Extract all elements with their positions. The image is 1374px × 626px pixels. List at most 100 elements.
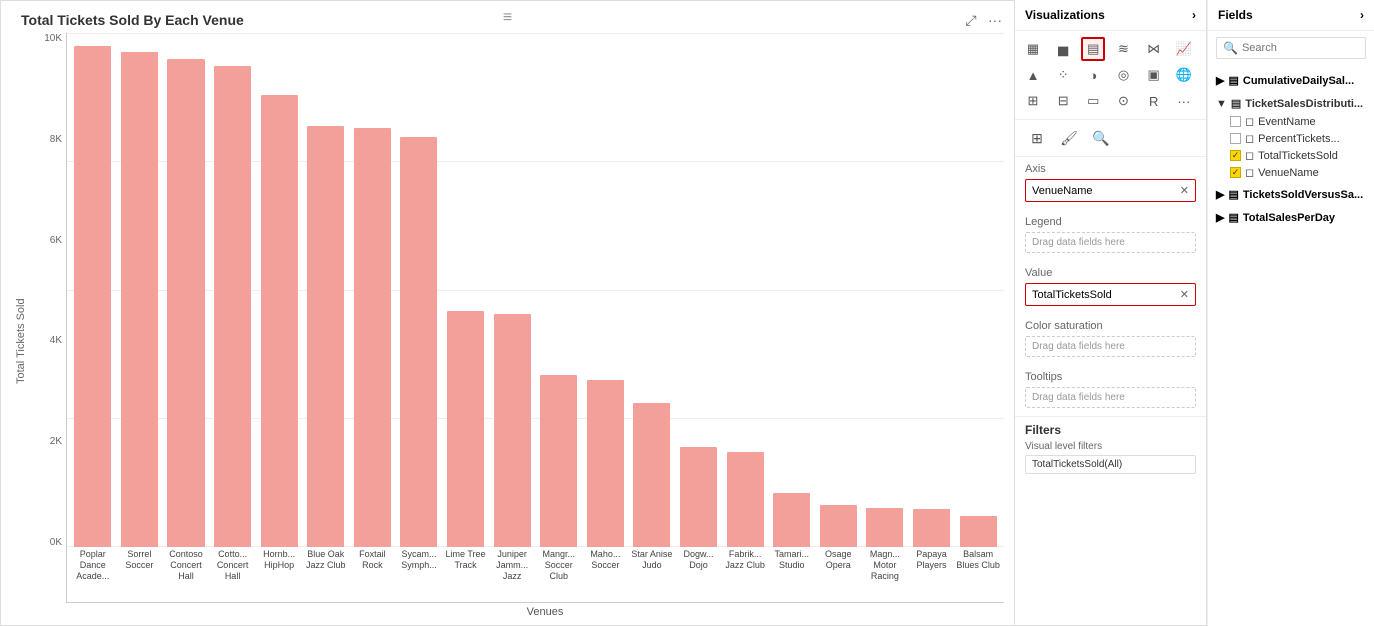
axis-field-box[interactable]: VenueName ✕ bbox=[1025, 179, 1196, 202]
cluster-bar-icon[interactable]: ▤ bbox=[1081, 37, 1105, 61]
bar-group[interactable] bbox=[723, 33, 767, 547]
bar-group[interactable] bbox=[910, 33, 954, 547]
value-label: Value bbox=[1025, 267, 1196, 279]
field-checkbox[interactable] bbox=[1230, 133, 1241, 144]
value-field-remove[interactable]: ✕ bbox=[1180, 288, 1189, 301]
bar[interactable] bbox=[913, 509, 950, 547]
format-tab-icon[interactable]: 🖌 bbox=[1057, 126, 1081, 150]
bar[interactable] bbox=[587, 380, 624, 547]
legend-placeholder[interactable]: Drag data fields here bbox=[1025, 232, 1196, 253]
tooltips-placeholder[interactable]: Drag data fields here bbox=[1025, 387, 1196, 408]
bar-chart-icon[interactable]: ▅ bbox=[1051, 37, 1075, 61]
bar-group[interactable] bbox=[351, 33, 395, 547]
bar-group[interactable] bbox=[211, 33, 255, 547]
bar[interactable] bbox=[727, 452, 764, 547]
filters-section: Filters Visual level filters TotalTicket… bbox=[1015, 416, 1206, 480]
field-group-header[interactable]: ▶▤TotalSalesPerDay bbox=[1208, 208, 1374, 227]
gauge-icon[interactable]: ⊙ bbox=[1111, 89, 1135, 113]
field-item[interactable]: ◻PercentTickets... bbox=[1208, 130, 1374, 147]
bar-group[interactable] bbox=[444, 33, 488, 547]
fields-tab-icon[interactable]: ⊞ bbox=[1025, 126, 1049, 150]
x-label: Sorrel Soccer bbox=[118, 547, 162, 602]
more-options-icon[interactable]: ··· bbox=[986, 11, 1004, 29]
viz-expand-icon[interactable]: › bbox=[1192, 8, 1196, 22]
field-checkbox[interactable] bbox=[1230, 116, 1241, 127]
x-label: Papaya Players bbox=[910, 547, 954, 602]
bar-group[interactable] bbox=[257, 33, 301, 547]
bar[interactable] bbox=[74, 46, 111, 547]
bar[interactable] bbox=[167, 59, 204, 547]
drag-handle: ≡ bbox=[503, 9, 512, 27]
field-group-header[interactable]: ▶▤CumulativeDailySal... bbox=[1208, 71, 1374, 90]
r-visual-icon[interactable]: R bbox=[1142, 89, 1166, 113]
bar[interactable] bbox=[354, 128, 391, 547]
color-saturation-placeholder[interactable]: Drag data fields here bbox=[1025, 336, 1196, 357]
group-chevron-icon: ▶ bbox=[1216, 188, 1224, 201]
waterfall-icon[interactable]: ≋ bbox=[1111, 37, 1135, 61]
field-item[interactable]: ✓◻VenueName bbox=[1208, 164, 1374, 181]
bar[interactable] bbox=[307, 126, 344, 547]
bar[interactable] bbox=[773, 493, 810, 547]
card-icon[interactable]: ▭ bbox=[1081, 89, 1105, 113]
bar[interactable] bbox=[261, 95, 298, 547]
bar-group[interactable] bbox=[863, 33, 907, 547]
table-icon[interactable]: ⊞ bbox=[1021, 89, 1045, 113]
more-icon[interactable]: ··· bbox=[1172, 89, 1196, 113]
x-label: Sycam... Symph... bbox=[397, 547, 441, 602]
bar[interactable] bbox=[680, 447, 717, 547]
bar-group[interactable] bbox=[118, 33, 162, 547]
fields-panel: Fields › 🔍 ▶▤CumulativeDailySal...▼▤Tick… bbox=[1207, 0, 1374, 626]
value-field-box[interactable]: TotalTicketsSold ✕ bbox=[1025, 283, 1196, 306]
bar[interactable] bbox=[121, 52, 158, 547]
bar[interactable] bbox=[447, 311, 484, 547]
donut-icon[interactable]: ◎ bbox=[1111, 63, 1135, 87]
expand-chart-icon[interactable]: ⤢ bbox=[962, 11, 980, 29]
bar-group[interactable] bbox=[584, 33, 628, 547]
field-checkbox[interactable]: ✓ bbox=[1230, 167, 1241, 178]
axis-field-remove[interactable]: ✕ bbox=[1180, 184, 1189, 197]
bar[interactable] bbox=[540, 375, 577, 547]
y-axis-label: Total Tickets Sold bbox=[11, 33, 31, 620]
stacked-bar-icon[interactable]: ▦ bbox=[1021, 37, 1045, 61]
field-group-header[interactable]: ▶▤TicketsSoldVersusSa... bbox=[1208, 185, 1374, 204]
x-label: Dogw... Dojo bbox=[677, 547, 721, 602]
bar-group[interactable] bbox=[770, 33, 814, 547]
treemap-icon[interactable]: ▣ bbox=[1142, 63, 1166, 87]
bar-group[interactable] bbox=[164, 33, 208, 547]
bars-area: Poplar Dance Acade...Sorrel SoccerContos… bbox=[66, 33, 1004, 603]
map-icon[interactable]: 🌐 bbox=[1172, 63, 1196, 87]
fields-search-box[interactable]: 🔍 bbox=[1216, 37, 1366, 59]
ribbon-icon[interactable]: ⋈ bbox=[1142, 37, 1166, 61]
bar[interactable] bbox=[400, 137, 437, 547]
field-checkbox[interactable]: ✓ bbox=[1230, 150, 1241, 161]
bar-group[interactable] bbox=[630, 33, 674, 547]
field-item[interactable]: ✓◻TotalTicketsSold bbox=[1208, 147, 1374, 164]
field-group-header[interactable]: ▼▤TicketSalesDistributi... bbox=[1208, 94, 1374, 113]
pie-chart-icon[interactable]: ◑ bbox=[1081, 63, 1105, 87]
bar-group[interactable] bbox=[490, 33, 534, 547]
filters-field-box[interactable]: TotalTicketsSold(All) bbox=[1025, 455, 1196, 474]
bar-group[interactable] bbox=[304, 33, 348, 547]
bar[interactable] bbox=[820, 505, 857, 547]
bar[interactable] bbox=[960, 516, 997, 547]
scatter-icon[interactable]: ⁘ bbox=[1051, 63, 1075, 87]
bar[interactable] bbox=[494, 314, 531, 547]
bar[interactable] bbox=[214, 66, 251, 547]
bar[interactable] bbox=[866, 508, 903, 547]
line-chart-icon[interactable]: 📈 bbox=[1172, 37, 1196, 61]
search-input[interactable] bbox=[1242, 42, 1359, 54]
analytics-tab-icon[interactable]: 🔍 bbox=[1089, 126, 1113, 150]
bar-group[interactable] bbox=[956, 33, 1000, 547]
bar-group[interactable] bbox=[537, 33, 581, 547]
bar-group[interactable] bbox=[817, 33, 861, 547]
bar-group[interactable] bbox=[397, 33, 441, 547]
bar-group[interactable] bbox=[71, 33, 115, 547]
bar[interactable] bbox=[633, 403, 670, 547]
axis-field-value: VenueName bbox=[1032, 185, 1093, 197]
field-item[interactable]: ◻EventName bbox=[1208, 113, 1374, 130]
matrix-icon[interactable]: ⊟ bbox=[1051, 89, 1075, 113]
fields-expand-icon[interactable]: › bbox=[1360, 8, 1364, 22]
field-label: EventName bbox=[1258, 116, 1315, 128]
area-chart-icon[interactable]: ▲ bbox=[1021, 63, 1045, 87]
bar-group[interactable] bbox=[677, 33, 721, 547]
